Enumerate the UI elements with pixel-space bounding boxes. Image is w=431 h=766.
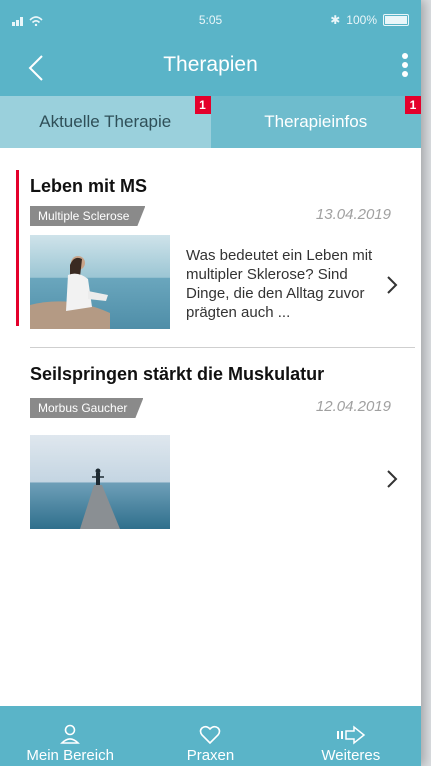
status-bar: 5:05 ✱ 100% — [0, 0, 421, 40]
heart-icon — [200, 725, 221, 745]
app-bar: Therapien — [0, 40, 421, 96]
nav-praxen[interactable]: Praxen — [140, 706, 280, 766]
tab-therapieinfos[interactable]: Therapieinfos 1 — [210, 96, 421, 148]
status-right: ✱ 100% — [330, 13, 409, 27]
nav-label: Mein Bereich — [26, 747, 114, 764]
app-screen: 5:05 ✱ 100% Therapien Aktuelle Therapie … — [0, 0, 421, 766]
more-options-icon[interactable] — [399, 53, 411, 83]
article-card[interactable]: Seilspringen stärkt die Muskulatur Morbu… — [0, 348, 421, 538]
nav-label: Weiteres — [321, 747, 381, 764]
article-thumbnail — [30, 435, 170, 529]
tab-aktuelle-therapie[interactable]: Aktuelle Therapie 1 — [0, 96, 211, 148]
battery-percent: 100% — [346, 13, 377, 27]
chevron-right-icon[interactable] — [385, 468, 399, 490]
tab-label: Therapieinfos — [264, 112, 368, 131]
nav-weiteres[interactable]: Weiteres — [281, 706, 421, 766]
nav-mein-bereich[interactable]: Mein Bereich — [0, 706, 140, 766]
nav-label: Praxen — [186, 747, 235, 764]
person-icon — [60, 724, 81, 744]
tab-bar: Aktuelle Therapie 1 Therapieinfos 1 — [0, 96, 421, 148]
bottom-nav: Mein Bereich Praxen Weiteres — [0, 706, 421, 766]
arrow-right-icon — [336, 725, 366, 745]
notification-badge: 1 — [194, 96, 211, 114]
article-title: Seilspringen stärkt die Muskulatur — [30, 364, 325, 384]
notification-badge: 1 — [405, 96, 421, 114]
unread-marker — [16, 170, 19, 326]
battery-icon — [383, 14, 409, 26]
bluetooth-icon: ✱ — [330, 13, 341, 27]
page-title: Therapien — [163, 53, 258, 76]
article-title: Leben mit MS — [30, 176, 148, 196]
article-list: Leben mit MS Multiple Sclerose 13.04.201… — [0, 148, 421, 706]
article-excerpt: Was bedeutet ein Leben mit multipler Skl… — [186, 247, 373, 321]
tab-label: Aktuelle Therapie — [39, 112, 172, 131]
category-tag: Multiple Sclerose — [30, 206, 145, 226]
article-thumbnail — [30, 235, 170, 329]
article-date: 13.04.2019 — [315, 206, 391, 223]
category-tag: Morbus Gaucher — [30, 398, 143, 418]
chevron-right-icon[interactable] — [385, 274, 399, 296]
article-card[interactable]: Leben mit MS Multiple Sclerose 13.04.201… — [0, 148, 421, 348]
article-date: 12.04.2019 — [315, 398, 391, 415]
